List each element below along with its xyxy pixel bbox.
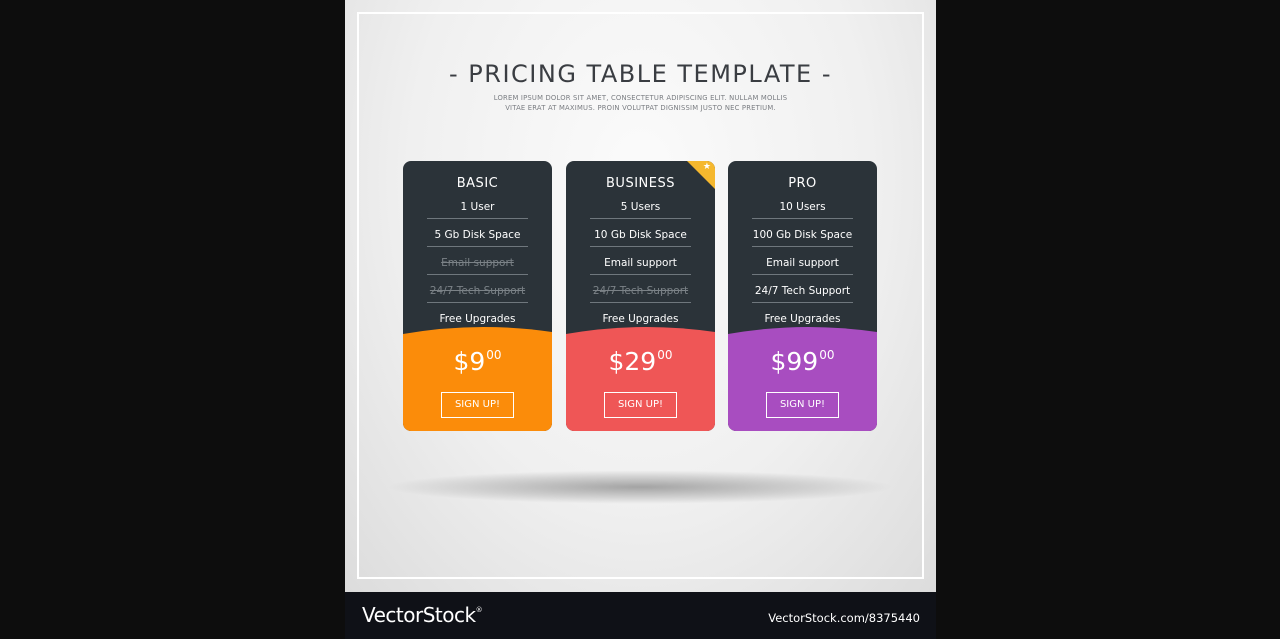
registered-mark: ® — [475, 606, 483, 614]
feature-item: Email support — [566, 252, 715, 280]
plan-card-pro: PRO 10 Users 100 Gb Disk Space Email sup… — [728, 161, 877, 431]
feature-divider — [427, 246, 528, 247]
feature-item-excluded: Email support — [403, 252, 552, 280]
feature-divider — [752, 246, 853, 247]
feature-list: 10 Users 100 Gb Disk Space Email support… — [728, 196, 877, 336]
plan-name: BUSINESS — [606, 176, 675, 191]
feature-divider — [590, 218, 691, 219]
feature-divider — [427, 218, 528, 219]
feature-label: 24/7 Tech Support — [429, 285, 526, 297]
plan-card-basic: BASIC 1 User 5 Gb Disk Space Email suppo… — [403, 161, 552, 431]
feature-item: 10 Gb Disk Space — [566, 224, 715, 252]
feature-item: 5 Gb Disk Space — [403, 224, 552, 252]
feature-item: Free Upgrades — [403, 308, 552, 336]
star-icon: ★ — [702, 162, 711, 172]
feature-label: 10 Users — [779, 201, 826, 213]
feature-divider — [752, 218, 853, 219]
feature-list: 1 User 5 Gb Disk Space Email support 24/… — [403, 196, 552, 336]
signup-button-pro[interactable]: SIGN UP! — [766, 392, 839, 418]
feature-label: Email support — [604, 257, 677, 269]
feature-label: 24/7 Tech Support — [754, 285, 851, 297]
feature-divider — [752, 274, 853, 275]
feature-label: Email support — [441, 257, 514, 269]
poster-canvas: - PRICING TABLE TEMPLATE - LOREM IPSUM D… — [345, 0, 936, 592]
plan-price: $2900 — [566, 347, 715, 376]
feature-label: 24/7 Tech Support — [592, 285, 689, 297]
feature-divider — [752, 302, 853, 303]
feature-label: Free Upgrades — [602, 313, 679, 325]
brand-logo[interactable]: VectorStock® — [362, 603, 483, 627]
brand-name: VectorStock — [362, 603, 476, 627]
page-title: - PRICING TABLE TEMPLATE - — [449, 60, 832, 88]
plan-name: BASIC — [456, 176, 499, 191]
feature-item: Free Upgrades — [728, 308, 877, 336]
feature-divider — [590, 302, 691, 303]
feature-item: Free Upgrades — [566, 308, 715, 336]
feature-item: 10 Users — [728, 196, 877, 224]
feature-label: Free Upgrades — [439, 313, 516, 325]
feature-label: Email support — [766, 257, 839, 269]
feature-item: 5 Users — [566, 196, 715, 224]
feature-divider — [590, 274, 691, 275]
feature-label: 100 Gb Disk Space — [752, 229, 853, 241]
feature-item: Email support — [728, 252, 877, 280]
price-amount: $99 — [770, 347, 819, 376]
signup-button-business[interactable]: SIGN UP! — [604, 392, 677, 418]
feature-item-excluded: 24/7 Tech Support — [566, 280, 715, 308]
feature-divider — [590, 246, 691, 247]
feature-divider — [427, 302, 528, 303]
plan-price: $9900 — [728, 347, 877, 376]
feature-item-excluded: 24/7 Tech Support — [403, 280, 552, 308]
feature-label: 5 Users — [620, 201, 661, 213]
plan-name: PRO — [788, 176, 817, 191]
stock-url-link[interactable]: VectorStock.com/8375440 — [768, 611, 920, 625]
price-amount: $9 — [453, 347, 486, 376]
price-cents: 00 — [486, 348, 502, 362]
feature-label: Free Upgrades — [764, 313, 841, 325]
feature-item: 100 Gb Disk Space — [728, 224, 877, 252]
feature-label: 1 User — [460, 201, 495, 213]
plan-card-business: ★ BUSINESS 5 Users 10 Gb Disk Space Emai… — [566, 161, 715, 431]
price-cents: 00 — [657, 348, 673, 362]
price-amount: $29 — [608, 347, 657, 376]
price-cents: 00 — [819, 348, 835, 362]
feature-label: 5 Gb Disk Space — [434, 229, 521, 241]
plan-price: $900 — [403, 347, 552, 376]
feature-list: 5 Users 10 Gb Disk Space Email support 2… — [566, 196, 715, 336]
cards-floor-shadow — [385, 470, 895, 504]
page-subtitle: LOREM IPSUM DOLOR SIT AMET, CONSECTETUR … — [475, 93, 806, 113]
subtitle-line-2: VITAE ERAT AT MAXIMUS. PROIN VOLUTPAT DI… — [505, 104, 776, 112]
subtitle-line-1: LOREM IPSUM DOLOR SIT AMET, CONSECTETUR … — [493, 94, 788, 102]
feature-item: 1 User — [403, 196, 552, 224]
signup-button-basic[interactable]: SIGN UP! — [441, 392, 514, 418]
feature-divider — [427, 274, 528, 275]
feature-label: 10 Gb Disk Space — [594, 229, 687, 241]
footer-bar: VectorStock® VectorStock.com/8375440 — [345, 592, 936, 639]
feature-item: 24/7 Tech Support — [728, 280, 877, 308]
